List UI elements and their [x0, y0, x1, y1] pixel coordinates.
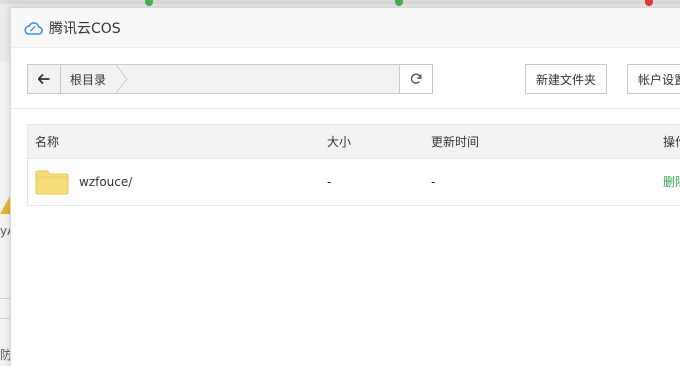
back-button[interactable]: [28, 65, 61, 93]
breadcrumb-separator: [116, 65, 128, 93]
table-header: 名称 大小 更新时间 操作: [28, 125, 680, 159]
header-actions: 操作: [663, 135, 680, 149]
breadcrumb-root[interactable]: 根目录: [61, 65, 128, 93]
toolbar: 根目录 新建文件夹 帐户设置: [27, 64, 680, 94]
header-name[interactable]: 名称: [35, 125, 59, 159]
background-status-dot: [395, 0, 403, 6]
delete-link[interactable]: 删除: [663, 159, 680, 205]
refresh-icon: [410, 73, 422, 84]
file-table: 名称 大小 更新时间 操作 wzfouce/ - - 删除: [27, 124, 680, 206]
new-folder-button[interactable]: 新建文件夹: [525, 64, 607, 94]
file-size: -: [327, 175, 332, 189]
table-row[interactable]: wzfouce/ - - 删除: [28, 159, 680, 205]
background-status-dot: [145, 0, 153, 6]
toolbar-divider: [11, 108, 680, 109]
folder-icon: [35, 170, 69, 195]
background-top-bar: [0, 0, 680, 4]
header-modified[interactable]: 更新时间: [431, 125, 479, 159]
path-bar: 根目录: [27, 64, 433, 94]
refresh-button[interactable]: [399, 65, 432, 93]
cos-dialog: 腾讯云COS 根目录 新建文件夹 帐户设 名称 大小 更新时间 操 wzfouc…: [10, 7, 680, 366]
title-bar: 腾讯云COS: [11, 8, 680, 48]
account-settings-button[interactable]: 帐户设置: [627, 64, 680, 94]
path-bar-empty: [122, 65, 399, 93]
window-title: 腾讯云COS: [49, 20, 121, 37]
background-status-dot: [645, 0, 653, 6]
file-name-link[interactable]: wzfouce/: [79, 159, 132, 205]
header-size[interactable]: 大小: [327, 125, 351, 159]
arrow-left-icon: [38, 74, 50, 84]
breadcrumb-label: 根目录: [70, 72, 107, 87]
cloud-logo-icon: [24, 21, 43, 35]
file-modified: -: [431, 175, 436, 189]
